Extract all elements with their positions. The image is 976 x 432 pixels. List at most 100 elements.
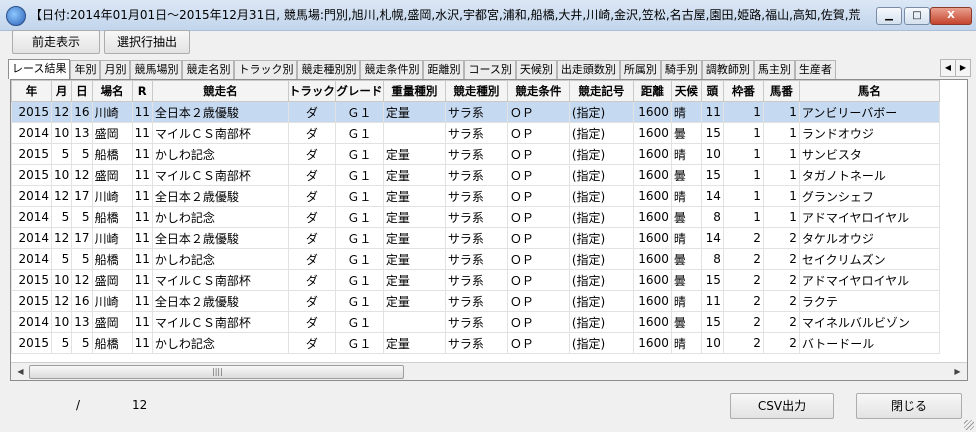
table-cell[interactable]: ダ (287, 185, 336, 207)
table-cell[interactable]: 曇 (670, 248, 702, 270)
table-cell[interactable]: 盛岡 (91, 164, 133, 186)
table-cell[interactable]: 2014 (11, 206, 52, 228)
resize-grip-icon[interactable] (964, 420, 974, 430)
table-cell[interactable]: サラ系 (444, 227, 508, 249)
table-cell[interactable]: タガノトネール (798, 164, 940, 186)
table-cell[interactable]: 11 (131, 290, 153, 312)
table-cell[interactable]: Ｇ１ (334, 248, 384, 270)
table-cell[interactable]: 全日本２歳優駿 (151, 227, 289, 249)
table-cell[interactable]: 定量 (382, 269, 446, 291)
table-cell[interactable]: 1600 (632, 206, 672, 228)
table-cell[interactable]: 11 (131, 248, 153, 270)
table-cell[interactable]: 定量 (382, 185, 446, 207)
table-cell[interactable]: ＯＰ (506, 164, 570, 186)
table-cell[interactable]: サラ系 (444, 143, 508, 165)
table-cell[interactable]: サラ系 (444, 311, 508, 333)
table-cell[interactable]: (指定) (568, 311, 634, 333)
column-header[interactable]: 枠番 (722, 80, 764, 102)
table-cell[interactable]: 11 (131, 269, 153, 291)
table-cell[interactable]: 晴 (670, 143, 702, 165)
tab-4[interactable]: 競走名別 (182, 60, 235, 79)
table-cell[interactable]: マイルＣＳ南部杯 (151, 164, 289, 186)
table-cell[interactable]: 2015 (11, 290, 52, 312)
table-cell[interactable]: 5 (71, 248, 93, 270)
table-cell[interactable]: 10 (50, 122, 73, 144)
table-cell[interactable]: 2 (762, 227, 800, 249)
table-row[interactable]: 2015 12 16 川崎 11 全日本２歳優駿ダ Ｇ１ 定量 サラ系 ＯＰ (指定) 1600 晴 11… (11, 101, 940, 123)
table-cell[interactable]: 曇 (670, 206, 702, 228)
table-cell[interactable]: ダ (287, 227, 336, 249)
table-cell[interactable]: ランドオウジ (798, 122, 940, 144)
csv-export-button[interactable]: CSV出力 (730, 393, 834, 419)
table-cell[interactable]: 1 (722, 143, 764, 165)
table-cell[interactable]: ラクテ (798, 290, 940, 312)
table-cell[interactable]: 12 (50, 227, 73, 249)
table-cell[interactable]: 2015 (11, 143, 52, 165)
table-cell[interactable]: 1600 (632, 122, 672, 144)
table-cell[interactable]: ＯＰ (506, 290, 570, 312)
table-cell[interactable]: 2014 (11, 227, 52, 249)
table-cell[interactable]: マイルＣＳ南部杯 (151, 269, 289, 291)
table-cell[interactable]: 川崎 (91, 101, 133, 123)
table-cell[interactable]: 16 (71, 101, 93, 123)
table-row[interactable]: 2014 10 13 盛岡 11 マイルＣＳ南部杯ダ Ｇ１ サラ系 ＯＰ (指定) 1600 曇 15 1… (11, 122, 940, 144)
table-cell[interactable]: 1600 (632, 143, 672, 165)
column-header[interactable]: 天候 (670, 80, 702, 102)
table-cell[interactable]: 定量 (382, 143, 446, 165)
table-cell[interactable]: 定量 (382, 248, 446, 270)
table-cell[interactable]: 10 (700, 332, 724, 354)
tab-13[interactable]: 騎手別 (660, 60, 702, 79)
table-cell[interactable]: 曇 (670, 164, 702, 186)
table-cell[interactable]: 8 (700, 248, 724, 270)
table-cell[interactable]: (指定) (568, 332, 634, 354)
table-cell[interactable]: 1 (722, 164, 764, 186)
table-cell[interactable]: ダ (287, 290, 336, 312)
table-cell[interactable]: 1 (722, 101, 764, 123)
table-cell[interactable]: 1600 (632, 248, 672, 270)
table-cell[interactable]: 1600 (632, 185, 672, 207)
table-cell[interactable]: 1600 (632, 101, 672, 123)
table-cell[interactable]: Ｇ１ (334, 269, 384, 291)
tab-11[interactable]: 出走頭数別 (556, 60, 620, 79)
tab-2[interactable]: 月別 (100, 60, 131, 79)
table-cell[interactable]: サラ系 (444, 269, 508, 291)
column-header[interactable]: 距離 (632, 80, 672, 102)
tab-0[interactable]: レース結果 (8, 59, 71, 79)
table-cell[interactable]: 定量 (382, 332, 446, 354)
table-cell[interactable]: 晴 (670, 227, 702, 249)
table-row[interactable]: 2014 10 13 盛岡 11 マイルＣＳ南部杯ダ Ｇ１ サラ系 ＯＰ (指定) 1600 曇 15 2… (11, 311, 940, 333)
table-cell[interactable]: 5 (50, 143, 73, 165)
table-cell[interactable]: ダ (287, 269, 336, 291)
tab-8[interactable]: 距離別 (423, 60, 465, 79)
table-cell[interactable]: 1 (762, 143, 800, 165)
table-cell[interactable] (382, 311, 446, 333)
table-cell[interactable]: 曇 (670, 269, 702, 291)
table-cell[interactable]: 定量 (382, 101, 446, 123)
table-cell[interactable]: 5 (50, 332, 73, 354)
table-cell[interactable]: マイルＣＳ南部杯 (151, 311, 289, 333)
table-cell[interactable]: サラ系 (444, 332, 508, 354)
table-cell[interactable]: 2015 (11, 101, 52, 123)
table-cell[interactable]: (指定) (568, 248, 634, 270)
table-cell[interactable]: かしわ記念 (151, 143, 289, 165)
table-cell[interactable]: 2015 (11, 332, 52, 354)
table-row[interactable]: 2014 12 17 川崎 11 全日本２歳優駿ダ Ｇ１ 定量 サラ系 ＯＰ (指定) 1600 晴 14… (11, 227, 940, 249)
table-cell[interactable]: 11 (131, 143, 153, 165)
table-cell[interactable]: 2 (762, 269, 800, 291)
column-header[interactable]: 競走条件 (506, 80, 570, 102)
table-cell[interactable]: 2 (722, 332, 764, 354)
table-cell[interactable]: ダ (287, 122, 336, 144)
table-cell[interactable] (382, 122, 446, 144)
column-header[interactable]: 競走名 (151, 80, 289, 102)
close-window-button[interactable]: X (930, 7, 972, 25)
table-cell[interactable]: 1600 (632, 290, 672, 312)
table-cell[interactable]: ＯＰ (506, 269, 570, 291)
table-cell[interactable]: 15 (700, 122, 724, 144)
table-row[interactable]: 2015 10 12 盛岡 11 マイルＣＳ南部杯ダ Ｇ１ 定量 サラ系 ＯＰ (指定) 1600 曇 1… (11, 269, 940, 291)
tab-1[interactable]: 年別 (70, 60, 101, 79)
table-cell[interactable]: 川崎 (91, 290, 133, 312)
table-cell[interactable]: 2014 (11, 185, 52, 207)
table-cell[interactable]: 17 (71, 227, 93, 249)
table-cell[interactable]: 10 (700, 143, 724, 165)
tab-9[interactable]: コース別 (464, 60, 516, 79)
